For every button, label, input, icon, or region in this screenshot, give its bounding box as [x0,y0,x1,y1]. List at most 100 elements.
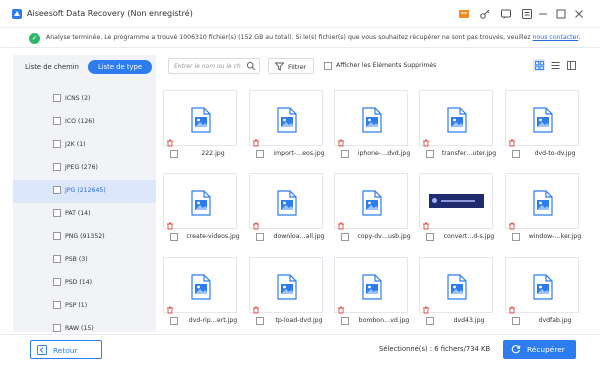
key-icon[interactable] [478,7,492,21]
file-thumbnail[interactable] [419,90,493,146]
type-checkbox[interactable] [53,232,61,240]
file-thumbnail[interactable] [163,257,237,313]
search-icon[interactable] [246,61,256,71]
type-checkbox[interactable] [53,117,61,125]
file-thumbnail[interactable] [334,90,408,146]
deleted-trash-icon [509,306,515,314]
type-checkbox[interactable] [53,140,61,148]
file-card[interactable]: dvd-to-dv.jpg [505,90,579,166]
file-thumbnail[interactable] [419,257,493,313]
file-thumbnail[interactable] [419,173,493,229]
type-row-icns[interactable]: ICNS (2) [13,88,156,111]
file-thumbnail[interactable] [505,90,579,146]
file-card[interactable]: 222.jpg [163,90,237,166]
type-checkbox[interactable] [53,255,61,263]
type-row-psb[interactable]: PSB (3) [13,249,156,272]
file-checkbox[interactable] [512,317,520,325]
image-preview [429,194,484,208]
type-checkbox[interactable] [53,94,61,102]
chat-icon[interactable] [499,7,513,21]
grid-view-icon[interactable] [533,59,545,71]
file-card[interactable]: dvdfab.jpg [505,257,579,332]
file-card[interactable]: create-videos.jpg [163,173,240,249]
type-row-j2k[interactable]: J2K (1) [13,134,156,157]
search-input[interactable] [174,61,244,72]
filter-button[interactable]: Filtrer [268,58,314,74]
file-checkbox[interactable] [170,150,178,158]
type-row-jpg[interactable]: JPG (212645) [13,180,156,203]
file-checkbox[interactable] [256,317,264,325]
file-thumbnail[interactable] [249,90,323,146]
type-checkbox[interactable] [53,278,61,286]
file-card[interactable]: import-…eos.jpg [249,90,325,166]
file-thumbnail[interactable] [334,173,408,229]
file-card[interactable]: bombon…vd.jpg [334,257,409,332]
file-grid: 222.jpg import-…eos.jpg iphone-…dvd.jpg tra… [158,80,590,332]
file-checkbox[interactable] [512,150,520,158]
deleted-trash-icon [423,139,429,147]
file-checkbox[interactable] [170,317,178,325]
file-thumbnail[interactable] [163,173,237,229]
file-card[interactable]: transfer…uter.jpg [419,90,496,166]
type-row-ico[interactable]: ICO (126) [13,111,156,134]
tab-path-list[interactable]: Liste de chemin [19,60,85,74]
type-row-pat[interactable]: PAT (14) [13,203,156,226]
show-deleted-checkbox[interactable] [324,62,332,70]
arrow-left-icon [37,345,47,355]
maximize-icon[interactable] [554,7,568,21]
list-view-icon[interactable] [549,59,561,71]
menu-icon[interactable] [520,7,534,21]
minimize-icon[interactable] [536,7,550,21]
tab-type-list[interactable]: Liste de type [88,60,152,74]
type-checkbox[interactable] [53,163,61,171]
file-card[interactable]: iphone-…dvd.jpg [334,90,410,166]
file-thumbnail[interactable] [249,257,323,313]
type-row-psp[interactable]: PSP (1) [13,295,156,318]
contact-link[interactable]: nous contacter [533,34,579,41]
file-card[interactable]: tp-load-dvd.jpg [249,257,323,332]
type-row-png[interactable]: PNG (91352) [13,226,156,249]
file-checkbox[interactable] [512,233,520,241]
file-card[interactable]: convert…d-s.jpg [419,173,494,249]
file-card[interactable]: copy-dv…usb.jpg [334,173,411,249]
file-checkbox[interactable] [426,317,434,325]
detail-view-icon[interactable] [565,59,577,71]
file-checkbox[interactable] [426,233,434,241]
window-title: Aiseesoft Data Recovery (Non enregistré) [27,9,193,18]
type-row-psd[interactable]: PSD (14) [13,272,156,295]
file-card[interactable]: dvd-rip…ert.jpg [163,257,237,332]
back-button[interactable]: Retour [30,340,102,359]
deleted-trash-icon [167,222,173,230]
file-thumbnail[interactable] [505,173,579,229]
file-card[interactable]: dvd43.jpg [419,257,493,332]
type-row-raw[interactable]: RAW (15) [13,318,156,332]
file-thumbnail[interactable] [163,90,237,146]
file-checkbox[interactable] [426,150,434,158]
type-checkbox[interactable] [53,301,61,309]
file-thumbnail[interactable] [334,257,408,313]
file-card[interactable]: downloa…all.jpg [249,173,324,249]
type-label: ICO (126) [65,118,95,125]
image-file-icon [277,190,297,216]
file-thumbnail[interactable] [505,257,579,313]
type-row-jpeg[interactable]: JPEG (276) [13,157,156,180]
file-thumbnail[interactable] [249,173,323,229]
file-checkbox[interactable] [256,233,264,241]
cart-icon[interactable] [457,7,471,21]
grid-scrollbar[interactable] [590,80,594,332]
file-checkbox[interactable] [341,150,349,158]
file-checkbox[interactable] [341,233,349,241]
type-label: PSB (3) [65,256,88,263]
recover-button[interactable]: Récupérer [503,340,576,359]
file-checkbox[interactable] [170,233,178,241]
file-checkbox[interactable] [256,150,264,158]
file-card[interactable]: window-…ker.jpg [505,173,581,249]
file-checkbox[interactable] [341,317,349,325]
type-checkbox[interactable] [53,186,61,194]
type-checkbox[interactable] [53,209,61,217]
close-icon[interactable] [572,7,586,21]
image-file-icon [277,274,297,300]
file-name: transfer…uter.jpg [441,150,497,157]
app-logo-icon [12,9,22,19]
type-checkbox[interactable] [53,324,61,332]
